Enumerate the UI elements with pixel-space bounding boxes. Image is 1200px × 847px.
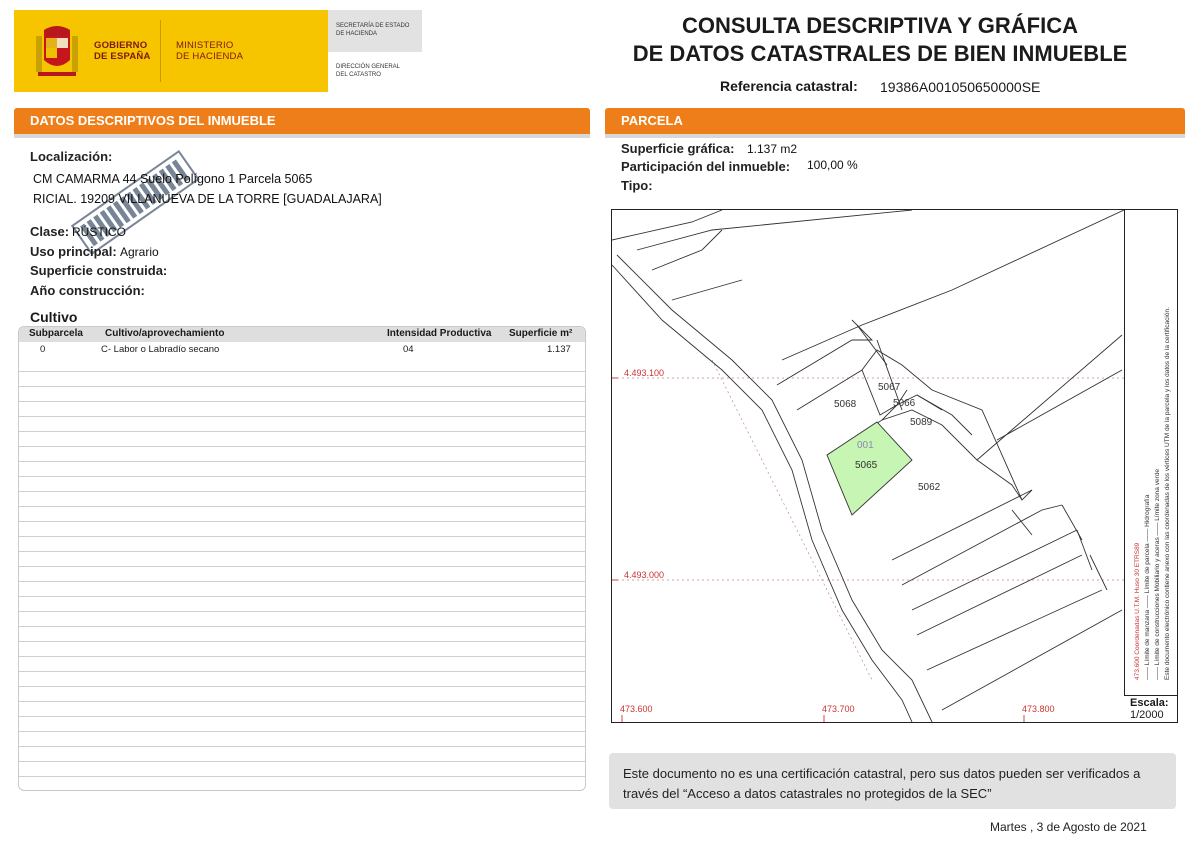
datos-bar-title: DATOS DESCRIPTIVOS DEL	[30, 113, 208, 128]
legend-lines-1: —— Límite de manzana —— Límite de parcel…	[1144, 494, 1151, 680]
participacion-value: 100,00 %	[807, 158, 858, 172]
parcel-label-5067: 5067	[878, 382, 901, 393]
legend-note: Este documento electrónico contiene anex…	[1164, 307, 1171, 680]
logo-divider	[160, 20, 161, 82]
legend-divider	[1124, 210, 1125, 695]
parcel-label-001: 001	[857, 440, 874, 451]
anio-label: Año construcción:	[30, 283, 145, 298]
coord-y2-label: 4.493.000	[624, 570, 664, 580]
sup-grafica-label: Superficie gráfica:	[621, 141, 735, 156]
cell-subparcela: 0	[40, 344, 46, 355]
cell-intensidad: 04	[403, 344, 414, 355]
disclaimer-note: Este documento no es una certificación c…	[609, 753, 1176, 809]
coord-y1-label: 4.493.100	[624, 368, 664, 378]
title-line-1: CONSULTA DESCRIPTIVA Y GRÁFICA	[681, 13, 1079, 38]
col-superficie: Superficie m²	[509, 328, 573, 339]
coord-x2-label: 473.700	[822, 704, 855, 714]
escala-divider	[1124, 695, 1178, 696]
coat-of-arms-icon	[36, 26, 78, 76]
direccion-text: DIRECCIÓN GENERAL DEL CATASTRO	[336, 64, 401, 78]
address-line-2: RICIAL. 19209 VILLANUEVA DE LA TORRE [GU…	[33, 192, 382, 206]
datos-bar-title-bold: INMUEBLE	[207, 113, 276, 128]
secretaria-text: SECRETARÍA DE ESTADO DE HACIENDA	[336, 23, 410, 37]
escala-value: 1/2000	[1130, 709, 1164, 721]
page-title: CONSULTA DESCRIPTIVA Y GRÁFICA DE DATOS …	[620, 12, 1140, 68]
localizacion-label: Localización:	[30, 149, 113, 164]
parcel-label-5065: 5065	[855, 460, 878, 471]
cell-cultivo: C- Labor o Labradío secano	[101, 344, 220, 355]
coord-x3-label: 473.800	[1022, 704, 1055, 714]
parcel-label-5062: 5062	[918, 482, 941, 493]
ref-label: Referencia catastral:	[720, 78, 858, 94]
coord-x1-label: 473.600	[620, 704, 653, 714]
parcel-label-5089: 5089	[910, 417, 933, 428]
parcela-bar-shadow	[605, 134, 1185, 138]
clase-label: Clase:	[30, 224, 70, 239]
document-date: Martes , 3 de Agosto de 2021	[990, 820, 1147, 834]
parcel-label-5068: 5068	[834, 399, 857, 410]
gobierno-logo: GOBIERNO DE ESPAÑA MINISTERIO DE HACIEND…	[14, 10, 328, 92]
sup-grafica-value: 1.137 m2	[747, 142, 798, 156]
cultivo-table: Subparcela Cultivo/aprovechamiento Inten…	[18, 326, 586, 791]
secretaria-block: SECRETARÍA DE ESTADO DE HACIENDA	[328, 10, 422, 52]
legend-coords: 473.600 Coordenadas U.T.M. Huso 30 ETRS8…	[1134, 542, 1141, 680]
col-cultivo: Cultivo/aprovechamiento	[105, 328, 225, 339]
uso-value: Agrario	[120, 245, 159, 259]
col-intensidad: Intensidad Productiva	[387, 328, 492, 339]
participacion-label: Participación del inmueble:	[621, 159, 791, 174]
uso-label: Uso principal:	[30, 244, 117, 259]
col-subparcela: Subparcela	[29, 328, 83, 339]
table-row: 0 C- Labor o Labradío secano 04 1.137	[19, 343, 585, 357]
clase-value: RÚSTICO	[72, 225, 126, 239]
cadastral-map: 4.493.100 4.493.000 473.600 473.700 473.…	[611, 209, 1178, 723]
gobierno-text: GOBIERNO DE ESPAÑA	[94, 40, 151, 62]
cell-superficie: 1.137	[547, 344, 571, 355]
parcela-bar-title: PARCELA	[621, 113, 683, 128]
parcela-section-bar: PARCELA	[605, 108, 1185, 134]
ministerio-text: MINISTERIO DE HACIENDA	[176, 40, 244, 62]
disclaimer-text: Este documento no es una certificación c…	[623, 766, 1141, 801]
title-line-2: DE DATOS CATASTRALES DE BIEN INMUEBLE	[632, 41, 1128, 66]
cultivo-table-header: Subparcela Cultivo/aprovechamiento Inten…	[19, 327, 585, 342]
address-line-1: CM CAMARMA 44 Suelo Polígono 1 Parcela 5…	[33, 172, 313, 186]
tipo-label: Tipo:	[621, 178, 653, 193]
map-drawing: 4.493.100 4.493.000 473.600 473.700 473.…	[612, 210, 1124, 722]
empty-table-rows	[19, 357, 585, 790]
cultivo-title: Cultivo	[30, 309, 78, 325]
sup-construida-label: Superficie construida:	[30, 263, 168, 278]
legend-lines-2: —— Límite de construcciones Mobiliario y…	[1154, 469, 1161, 680]
parcel-label-5066: 5066	[893, 398, 916, 409]
escala-label: Escala:	[1130, 697, 1169, 709]
ref-value: 19386A001050650000SE	[880, 79, 1041, 95]
